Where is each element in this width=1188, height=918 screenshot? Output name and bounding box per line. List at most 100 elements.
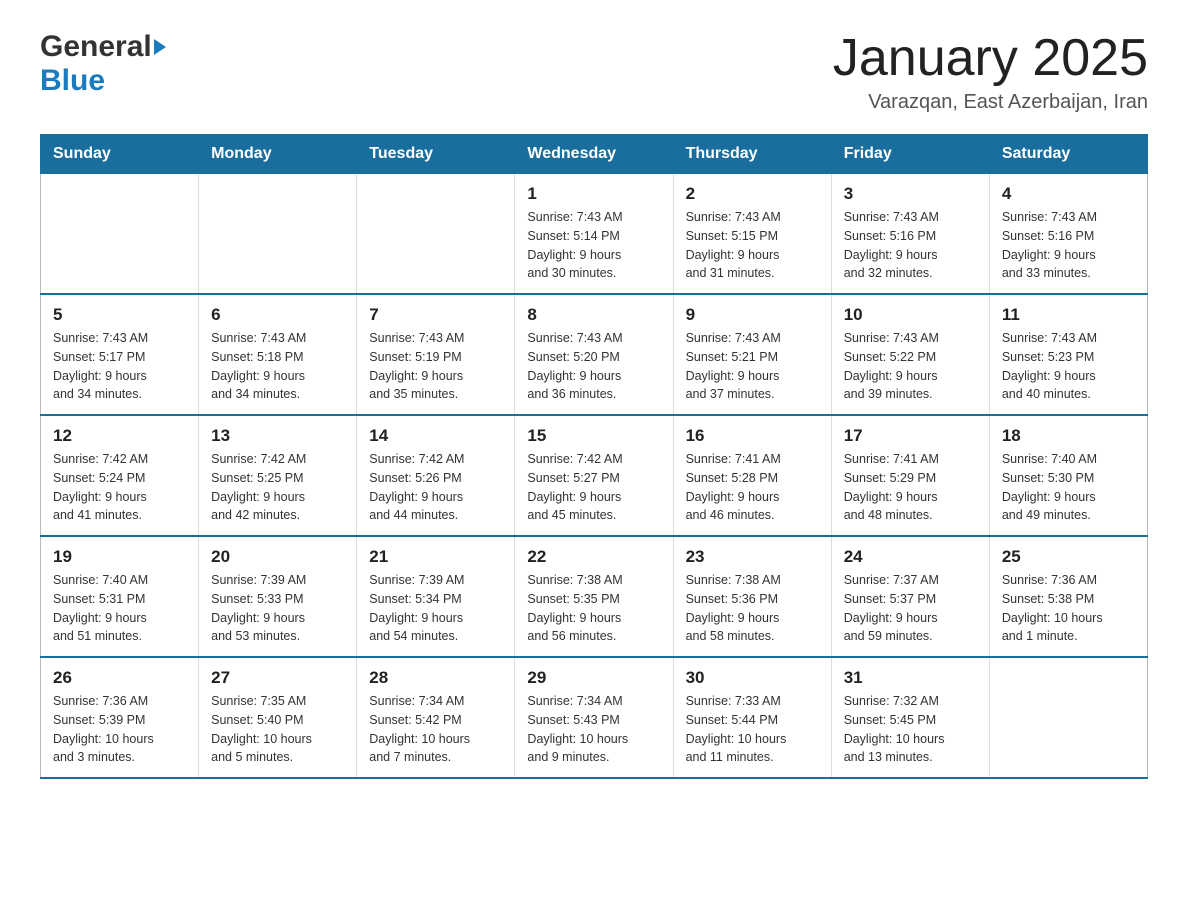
day-info: Sunrise: 7:33 AM Sunset: 5:44 PM Dayligh… (686, 692, 819, 767)
calendar-cell (357, 174, 515, 295)
day-info: Sunrise: 7:42 AM Sunset: 5:25 PM Dayligh… (211, 450, 344, 525)
day-info: Sunrise: 7:35 AM Sunset: 5:40 PM Dayligh… (211, 692, 344, 767)
calendar-week-row: 19 Sunrise: 7:40 AM Sunset: 5:31 PM Dayli… (41, 536, 1148, 657)
day-info: Sunrise: 7:43 AM Sunset: 5:20 PM Dayligh… (527, 329, 660, 404)
logo-blue-text: Blue (40, 64, 105, 98)
day-number: 22 (527, 547, 660, 567)
calendar-cell: 24 Sunrise: 7:37 AM Sunset: 5:37 PM Dayli… (831, 536, 989, 657)
day-info: Sunrise: 7:43 AM Sunset: 5:22 PM Dayligh… (844, 329, 977, 404)
calendar-cell: 14 Sunrise: 7:42 AM Sunset: 5:26 PM Dayli… (357, 415, 515, 536)
day-number: 8 (527, 305, 660, 325)
logo: General Blue (40, 30, 168, 98)
day-info: Sunrise: 7:43 AM Sunset: 5:19 PM Dayligh… (369, 329, 502, 404)
day-number: 26 (53, 668, 186, 688)
day-number: 18 (1002, 426, 1135, 446)
day-number: 7 (369, 305, 502, 325)
day-number: 27 (211, 668, 344, 688)
day-number: 31 (844, 668, 977, 688)
day-number: 21 (369, 547, 502, 567)
calendar-cell: 3 Sunrise: 7:43 AM Sunset: 5:16 PM Daylig… (831, 174, 989, 295)
day-info: Sunrise: 7:42 AM Sunset: 5:27 PM Dayligh… (527, 450, 660, 525)
calendar-cell: 6Sunrise: 7:43 AM Sunset: 5:18 PM Daylig… (199, 294, 357, 415)
calendar-cell: 17Sunrise: 7:41 AM Sunset: 5:29 PM Dayli… (831, 415, 989, 536)
calendar-cell: 11 Sunrise: 7:43 AM Sunset: 5:23 PM Dayli… (989, 294, 1147, 415)
calendar-cell: 27 Sunrise: 7:35 AM Sunset: 5:40 PM Dayli… (199, 657, 357, 778)
day-number: 29 (527, 668, 660, 688)
day-info: Sunrise: 7:34 AM Sunset: 5:42 PM Dayligh… (369, 692, 502, 767)
day-number: 13 (211, 426, 344, 446)
calendar-cell: 16 Sunrise: 7:41 AM Sunset: 5:28 PM Dayli… (673, 415, 831, 536)
day-info: Sunrise: 7:42 AM Sunset: 5:26 PM Dayligh… (369, 450, 502, 525)
weekday-header-tuesday: Tuesday (357, 135, 515, 174)
day-number: 14 (369, 426, 502, 446)
weekday-header-thursday: Thursday (673, 135, 831, 174)
weekday-header-sunday: Sunday (41, 135, 199, 174)
day-number: 24 (844, 547, 977, 567)
calendar-cell (989, 657, 1147, 778)
calendar-cell: 7 Sunrise: 7:43 AM Sunset: 5:19 PM Daylig… (357, 294, 515, 415)
day-info: Sunrise: 7:32 AM Sunset: 5:45 PM Dayligh… (844, 692, 977, 767)
calendar-cell: 2 Sunrise: 7:43 AM Sunset: 5:15 PM Daylig… (673, 174, 831, 295)
day-info: Sunrise: 7:39 AM Sunset: 5:33 PM Dayligh… (211, 571, 344, 646)
calendar-cell: 12 Sunrise: 7:42 AM Sunset: 5:24 PM Dayli… (41, 415, 199, 536)
day-info: Sunrise: 7:43 AM Sunset: 5:23 PM Dayligh… (1002, 329, 1135, 404)
calendar-week-row: 1Sunrise: 7:43 AM Sunset: 5:14 PM Daylig… (41, 174, 1148, 295)
day-number: 23 (686, 547, 819, 567)
day-number: 12 (53, 426, 186, 446)
calendar-cell: 15 Sunrise: 7:42 AM Sunset: 5:27 PM Dayli… (515, 415, 673, 536)
logo-general-text: General (40, 30, 152, 64)
day-info: Sunrise: 7:41 AM Sunset: 5:28 PM Dayligh… (686, 450, 819, 525)
day-number: 1 (527, 184, 660, 204)
calendar-cell: 9 Sunrise: 7:43 AM Sunset: 5:21 PM Daylig… (673, 294, 831, 415)
day-info: Sunrise: 7:43 AM Sunset: 5:21 PM Dayligh… (686, 329, 819, 404)
location-subtitle: Varazqan, East Azerbaijan, Iran (833, 91, 1148, 114)
day-number: 4 (1002, 184, 1135, 204)
calendar-cell: 22Sunrise: 7:38 AM Sunset: 5:35 PM Dayli… (515, 536, 673, 657)
calendar-cell (199, 174, 357, 295)
day-info: Sunrise: 7:40 AM Sunset: 5:30 PM Dayligh… (1002, 450, 1135, 525)
calendar-cell: 30 Sunrise: 7:33 AM Sunset: 5:44 PM Dayli… (673, 657, 831, 778)
day-number: 28 (369, 668, 502, 688)
calendar-cell: 21 Sunrise: 7:39 AM Sunset: 5:34 PM Dayli… (357, 536, 515, 657)
calendar-cell: 31 Sunrise: 7:32 AM Sunset: 5:45 PM Dayli… (831, 657, 989, 778)
day-number: 19 (53, 547, 186, 567)
day-info: Sunrise: 7:39 AM Sunset: 5:34 PM Dayligh… (369, 571, 502, 646)
day-info: Sunrise: 7:43 AM Sunset: 5:16 PM Dayligh… (844, 208, 977, 283)
day-number: 11 (1002, 305, 1135, 325)
day-info: Sunrise: 7:43 AM Sunset: 5:15 PM Dayligh… (686, 208, 819, 283)
calendar-cell: 20Sunrise: 7:39 AM Sunset: 5:33 PM Dayli… (199, 536, 357, 657)
day-number: 15 (527, 426, 660, 446)
calendar-cell: 10 Sunrise: 7:43 AM Sunset: 5:22 PM Dayli… (831, 294, 989, 415)
day-number: 10 (844, 305, 977, 325)
day-number: 2 (686, 184, 819, 204)
calendar-week-row: 5 Sunrise: 7:43 AM Sunset: 5:17 PM Daylig… (41, 294, 1148, 415)
day-number: 30 (686, 668, 819, 688)
day-number: 3 (844, 184, 977, 204)
day-number: 16 (686, 426, 819, 446)
day-info: Sunrise: 7:40 AM Sunset: 5:31 PM Dayligh… (53, 571, 186, 646)
weekday-header-saturday: Saturday (989, 135, 1147, 174)
day-number: 5 (53, 305, 186, 325)
calendar-cell: 5 Sunrise: 7:43 AM Sunset: 5:17 PM Daylig… (41, 294, 199, 415)
day-info: Sunrise: 7:42 AM Sunset: 5:24 PM Dayligh… (53, 450, 186, 525)
calendar-week-row: 26Sunrise: 7:36 AM Sunset: 5:39 PM Dayli… (41, 657, 1148, 778)
weekday-header-friday: Friday (831, 135, 989, 174)
weekday-header-monday: Monday (199, 135, 357, 174)
calendar-cell: 8 Sunrise: 7:43 AM Sunset: 5:20 PM Daylig… (515, 294, 673, 415)
day-info: Sunrise: 7:37 AM Sunset: 5:37 PM Dayligh… (844, 571, 977, 646)
page-header: General Blue January 2025 Varazqan, East… (40, 30, 1148, 114)
calendar-cell: 4Sunrise: 7:43 AM Sunset: 5:16 PM Daylig… (989, 174, 1147, 295)
day-number: 25 (1002, 547, 1135, 567)
day-info: Sunrise: 7:43 AM Sunset: 5:17 PM Dayligh… (53, 329, 186, 404)
day-info: Sunrise: 7:36 AM Sunset: 5:38 PM Dayligh… (1002, 571, 1135, 646)
calendar-cell: 13 Sunrise: 7:42 AM Sunset: 5:25 PM Dayli… (199, 415, 357, 536)
day-info: Sunrise: 7:43 AM Sunset: 5:18 PM Dayligh… (211, 329, 344, 404)
logo-triangle-icon (154, 39, 166, 55)
calendar-cell: 18 Sunrise: 7:40 AM Sunset: 5:30 PM Dayli… (989, 415, 1147, 536)
main-title: January 2025 (833, 30, 1148, 87)
day-number: 9 (686, 305, 819, 325)
calendar-cell: 29Sunrise: 7:34 AM Sunset: 5:43 PM Dayli… (515, 657, 673, 778)
calendar-cell (41, 174, 199, 295)
weekday-header-wednesday: Wednesday (515, 135, 673, 174)
calendar-cell: 26Sunrise: 7:36 AM Sunset: 5:39 PM Dayli… (41, 657, 199, 778)
